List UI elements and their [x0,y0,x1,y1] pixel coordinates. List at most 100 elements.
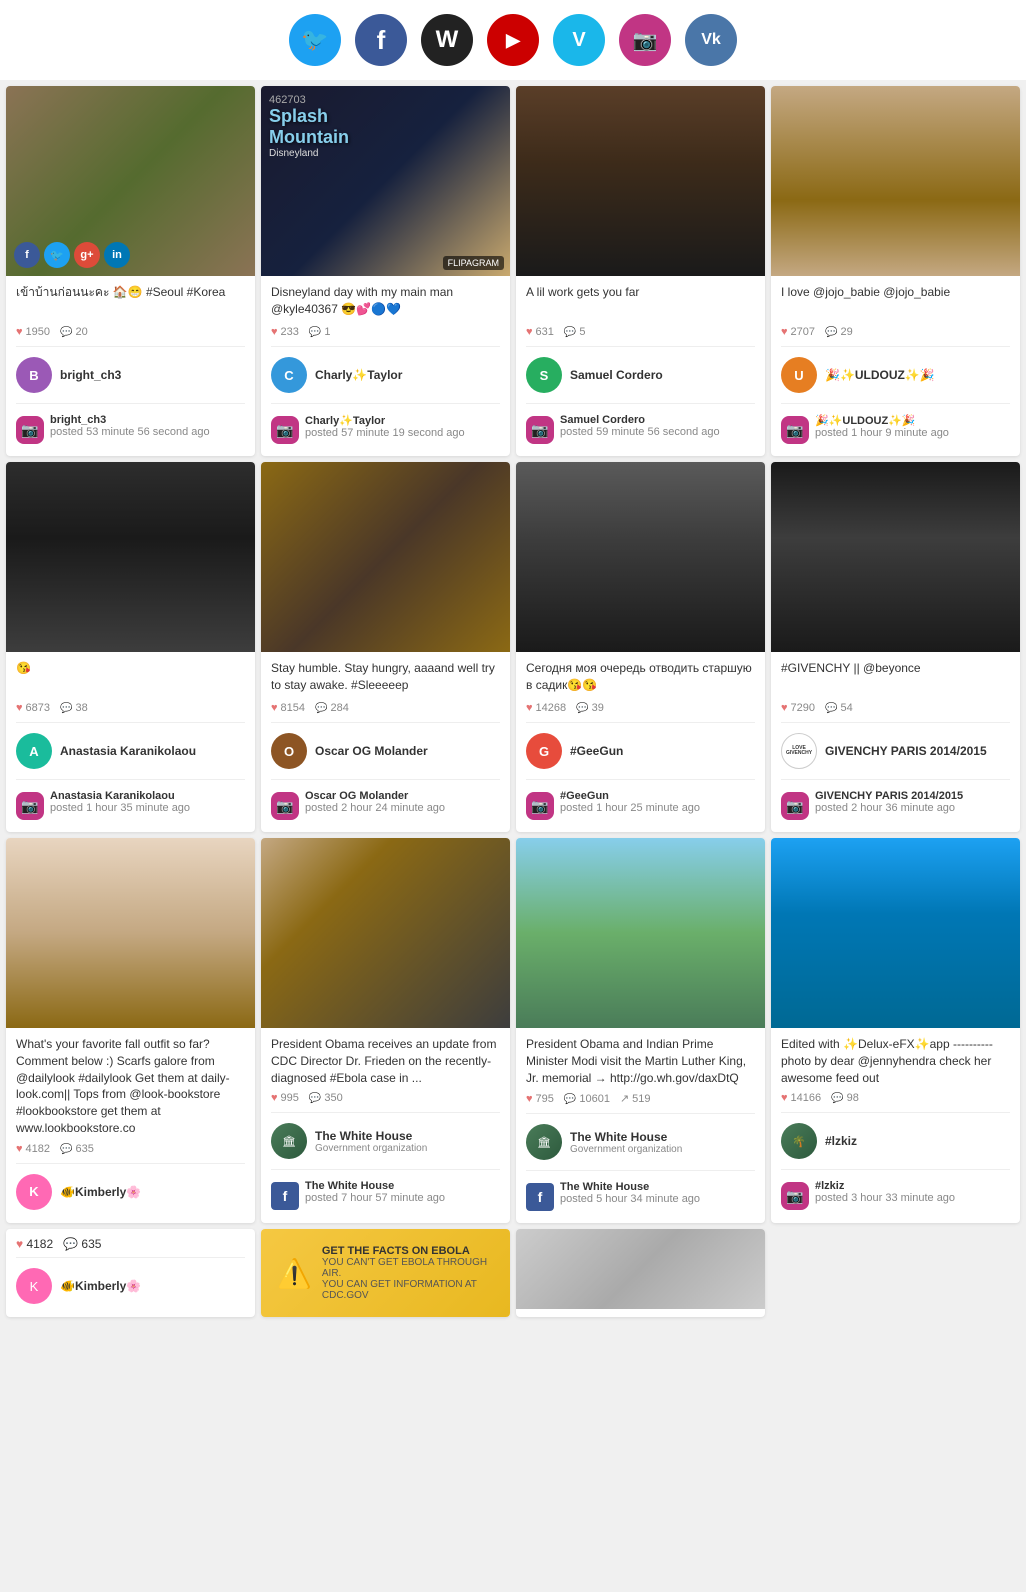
heart-count-2: 233 [271,326,299,338]
card-placeholder [771,1229,1020,1317]
card-image-9 [6,838,255,1028]
heart-count-12: 14166 [781,1092,821,1104]
heart-count-4: 2707 [781,326,815,338]
card-image-3 [516,86,765,276]
post-author-1: bright_ch3 [50,414,210,426]
share-li-icon[interactable]: in [104,242,130,268]
profile-name-11: The White House [570,1130,682,1144]
share-count-11: ↗519 [620,1092,651,1105]
profile-section-6: O Oscar OG Molander [271,729,500,773]
profile-section-8: LOVE GIVENCHY GIVENCHY PARIS 2014/2015 [781,729,1010,773]
heart-count-3: 631 [526,326,554,338]
post-platform-icon-3: 📷 [526,416,554,444]
post-section-4: 📷 🎉✨ULDOUZ✨🎉 posted 1 hour 9 minute ago [781,410,1010,448]
share-tw-icon[interactable]: 🐦 [44,242,70,268]
profile-section-3: S Samuel Cordero [526,353,755,397]
heart-count-7: 14268 [526,702,566,714]
profile-name-12: #lzkiz [825,1134,857,1148]
post-platform-icon-10: f [271,1182,299,1210]
card-oscar-molander: Stay humble. Stay hungry, aaaand well tr… [261,462,510,832]
vk-nav-icon[interactable]: Vk [685,14,737,66]
card-text-7: Сегодня моя очередь отводить старшую в с… [526,660,755,696]
card-unknown-partial [516,1229,765,1317]
top-bar: 🐦 f W ▶ V 📷 Vk [0,0,1026,80]
post-time-3: posted 59 minute 56 second ago [560,426,720,438]
comment-count-8: 54 [825,702,853,714]
avatar-whitehouse-2: 🏛 [526,1124,562,1160]
card-image-6 [261,462,510,652]
post-author-10: The White House [305,1180,445,1192]
wordpress-nav-icon[interactable]: W [421,14,473,66]
post-platform-icon-4: 📷 [781,416,809,444]
share-gp-icon[interactable]: g+ [74,242,100,268]
post-platform-icon-11: f [526,1183,554,1211]
card-text-10: President Obama receives an update from … [271,1036,500,1086]
card-image-4 [771,86,1020,276]
card-whitehouse-monument: President Obama and Indian Prime Ministe… [516,838,765,1223]
post-time-2: posted 57 minute 19 second ago [305,427,465,439]
card-anastasia: 😘 6873 38 A Anastasia Karanikolaou 📷 Ana… [6,462,255,832]
card-image-8 [771,462,1020,652]
post-time-4: posted 1 hour 9 minute ago [815,427,949,439]
card-image-12 [771,838,1020,1028]
avatar-9: K [16,1174,52,1210]
post-author-11: The White House [560,1181,700,1193]
heart-count-9: 4182 [16,1143,50,1155]
post-section-7: 📷 #GeeGun posted 1 hour 25 minute ago [526,786,755,824]
splash-title: SplashMountain [269,106,349,148]
ebola-subtext: YOU CAN'T GET EBOLA THROUGH AIR.YOU CAN … [322,1257,494,1301]
profile-name-8: GIVENCHY PARIS 2014/2015 [825,744,987,758]
post-section-5: 📷 Anastasia Karanikolaou posted 1 hour 3… [16,786,245,824]
bottom-row: ♥ 4182 💬 635 K 🐠Kimberly🌸 ⚠️ GET THE FAC… [0,1229,1026,1323]
heart-count-1: 1950 [16,326,50,338]
profile-name-kimberly-bottom: 🐠Kimberly🌸 [60,1279,141,1293]
avatar-12: 🌴 [781,1123,817,1159]
profile-name-2: Charly✨Taylor [315,368,402,382]
avatar-2: C [271,357,307,393]
comment-count-1: 20 [60,326,88,338]
facebook-nav-icon[interactable]: f [355,14,407,66]
post-time-1: posted 53 minute 56 second ago [50,426,210,438]
profile-section-1: B bright_ch3 [16,353,245,397]
card-lzkiz: Edited with ✨Delux-eFX✨app ---------- ph… [771,838,1020,1223]
card-text-1: เข้าบ้านก่อนนะคะ 🏠😁 #Seoul #Korea [16,284,245,320]
card-image-10 [261,838,510,1028]
comment-count-6: 284 [315,702,349,714]
post-author-12: #lzkiz [815,1180,955,1192]
instagram-nav-icon[interactable]: 📷 [619,14,671,66]
card-text-12: Edited with ✨Delux-eFX✨app ---------- ph… [781,1036,1010,1086]
profile-section-12: 🌴 #lzkiz [781,1119,1010,1163]
card-givenchy: #GIVENCHY || @beyonce 7290 54 LOVE GIVEN… [771,462,1020,832]
profile-section-2: C Charly✨Taylor [271,353,500,397]
post-section-3: 📷 Samuel Cordero posted 59 minute 56 sec… [526,410,755,448]
card-text-5: 😘 [16,660,245,696]
post-time-8: posted 2 hour 36 minute ago [815,802,963,814]
heart-count-10: 995 [271,1092,299,1104]
post-author-2: Charly✨Taylor [305,414,465,427]
profile-name-9: 🐠Kimberly🌸 [60,1185,141,1199]
avatar-3: S [526,357,562,393]
profile-name-10: The White House [315,1129,427,1143]
vimeo-nav-icon[interactable]: V [553,14,605,66]
comment-count-9: 635 [60,1143,94,1155]
card-kimberly-bottom: ♥ 4182 💬 635 K 🐠Kimberly🌸 [6,1229,255,1317]
post-time-12: posted 3 hour 33 minute ago [815,1192,955,1204]
post-time-11: posted 5 hour 34 minute ago [560,1193,700,1205]
post-author-6: Oscar OG Molander [305,790,445,802]
post-platform-icon-5: 📷 [16,792,44,820]
post-section-8: 📷 GIVENCHY PARIS 2014/2015 posted 2 hour… [781,786,1010,824]
twitter-nav-icon[interactable]: 🐦 [289,14,341,66]
post-time-5: posted 1 hour 35 minute ago [50,802,190,814]
post-author-4: 🎉✨ULDOUZ✨🎉 [815,414,949,427]
share-fb-icon[interactable]: f [14,242,40,268]
post-author-8: GIVENCHY PARIS 2014/2015 [815,790,963,802]
post-time-6: posted 2 hour 24 minute ago [305,802,445,814]
avatar-5: A [16,733,52,769]
profile-name-7: #GeeGun [570,744,623,758]
youtube-nav-icon[interactable]: ▶ [487,14,539,66]
comment-count-4: 29 [825,326,853,338]
card-text-8: #GIVENCHY || @beyonce [781,660,1010,696]
post-time-10: posted 7 hour 57 minute ago [305,1192,445,1204]
profile-name-4: 🎉✨ULDOUZ✨🎉 [825,368,935,382]
profile-subtitle-11: Government organization [570,1144,682,1155]
